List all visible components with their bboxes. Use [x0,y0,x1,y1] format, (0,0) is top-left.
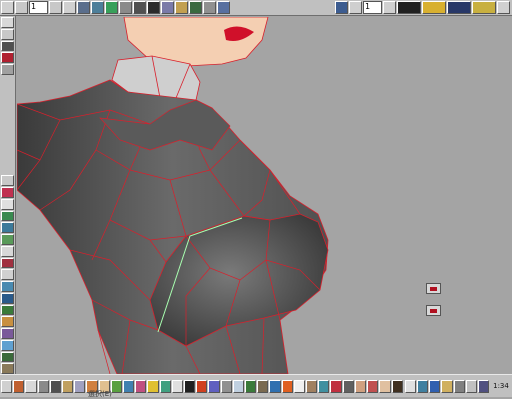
gem-icon[interactable] [159,379,171,393]
ime-icon[interactable] [477,379,490,393]
anim-icon[interactable] [397,1,421,14]
top-toolbar: 1 1 [0,0,512,16]
step-back-icon[interactable] [15,1,28,14]
play-icon[interactable] [63,1,76,14]
fish-icon[interactable] [318,379,330,393]
frame-field-2[interactable]: 1 [363,1,382,14]
rock-icon[interactable] [1,363,14,375]
grid-icon[interactable] [133,1,146,14]
face-icon[interactable] [379,379,391,393]
terrain-icon[interactable] [1,316,14,328]
record-icon[interactable] [175,1,188,14]
morph-icon[interactable] [1,281,14,292]
anchor-icon[interactable] [1,304,14,316]
landscape-icon[interactable] [1,328,14,339]
render-icon[interactable] [77,1,90,14]
grid-2-icon[interactable] [429,379,441,393]
weld-icon[interactable] [1,234,14,245]
heart-icon[interactable] [330,379,342,393]
cloud-icon[interactable] [232,379,245,393]
fire-2-icon[interactable] [281,379,293,393]
box-icon[interactable] [416,379,429,393]
link-icon[interactable] [105,1,118,14]
texture-icon[interactable] [1,257,14,269]
floating-material-button[interactable] [426,305,441,316]
move-icon[interactable] [217,1,230,14]
chip-icon[interactable] [1,40,14,52]
bevel-icon[interactable] [1,210,14,222]
timeline-icon[interactable] [422,1,446,14]
uv-icon[interactable] [1,269,14,281]
tree-2-icon[interactable] [245,379,257,393]
frame-field[interactable]: 1 [29,1,48,14]
dope-sheet-icon[interactable] [447,1,471,14]
cube-icon[interactable] [25,379,37,393]
folder-icon[interactable] [441,379,453,393]
bone-icon[interactable] [1,64,14,75]
key-icon[interactable] [349,1,362,14]
bolt-icon[interactable] [208,379,220,393]
water-icon[interactable] [1,292,14,304]
rock-2-icon[interactable] [257,379,269,393]
graph-icon[interactable] [472,1,496,14]
flame-icon[interactable] [196,379,208,393]
speaker-icon[interactable] [465,379,477,393]
hand-icon[interactable] [354,379,367,393]
floating-layer-button[interactable] [426,283,441,294]
sky-icon[interactable] [1,339,14,351]
star-icon[interactable] [171,379,184,393]
step-forward-icon[interactable] [49,1,62,14]
snow-icon[interactable] [293,379,306,393]
clock: 1:34 [493,382,509,390]
hair-icon[interactable] [391,379,403,393]
camera-icon[interactable] [147,1,160,14]
torus-icon[interactable] [62,379,74,393]
settings-icon[interactable] [453,379,465,393]
disk-icon[interactable] [49,379,62,393]
bird-icon[interactable] [306,379,318,393]
extrude-icon[interactable] [1,222,14,234]
object-icon[interactable] [119,1,132,14]
eye-icon[interactable] [342,379,354,393]
water-2-icon[interactable] [269,379,281,393]
paint-icon[interactable] [1,175,14,187]
next-key-icon[interactable] [383,1,396,14]
prev-key-icon[interactable] [335,1,348,14]
chain-icon[interactable] [220,379,232,393]
left-toolbar [0,16,16,375]
sphere-icon[interactable] [13,379,25,393]
pencil-icon[interactable] [404,379,416,393]
smooth-icon[interactable] [1,187,14,198]
mesh-icon[interactable] [189,1,202,14]
wave-icon[interactable] [123,379,135,393]
display-icon[interactable] [91,1,104,14]
select-icon[interactable] [203,1,216,14]
bottom-toolbar: 1:34 [0,374,512,397]
layer-icon[interactable] [1,52,14,63]
flower-icon[interactable] [135,379,147,393]
target-icon[interactable] [367,379,379,393]
wireframe-model [17,17,329,374]
scale-icon[interactable] [1,28,14,40]
cylinder-icon[interactable] [37,379,49,393]
cut-icon[interactable] [1,198,14,210]
leaf-icon[interactable] [110,379,123,393]
start-icon[interactable] [1,379,13,393]
help-icon[interactable] [497,1,510,14]
sun-icon[interactable] [147,379,159,393]
light-icon[interactable] [161,1,174,14]
3d-viewport[interactable] [17,17,512,374]
plane-icon[interactable] [74,379,86,393]
tree-icon[interactable] [1,351,14,363]
moon-icon[interactable] [184,379,196,393]
view-icon[interactable] [1,17,14,28]
material-icon[interactable] [1,245,14,257]
status-text: 選択(E) [88,390,112,398]
play-back-icon[interactable] [1,1,14,14]
